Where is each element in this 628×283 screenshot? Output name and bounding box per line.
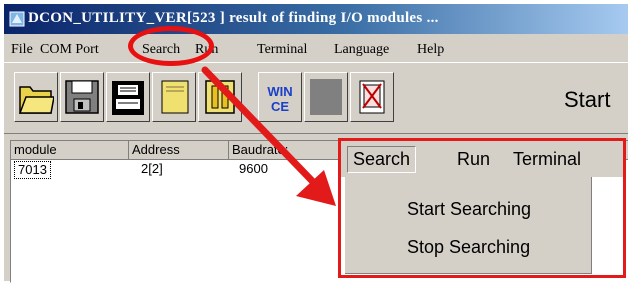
stop-searching-item[interactable]: Stop Searching [407, 237, 530, 258]
zoom-menu-bar: Search Run Terminal [341, 141, 623, 177]
search-dropdown: Start Searching Stop Searching [345, 177, 592, 274]
zoom-menu-terminal[interactable]: Terminal [513, 149, 581, 170]
zoom-menu-run[interactable]: Run [457, 149, 490, 170]
start-searching-item[interactable]: Start Searching [407, 199, 531, 220]
zoom-callout: Search Run Terminal Start Searching Stop… [338, 138, 626, 278]
zoom-menu-search[interactable]: Search [347, 146, 417, 173]
